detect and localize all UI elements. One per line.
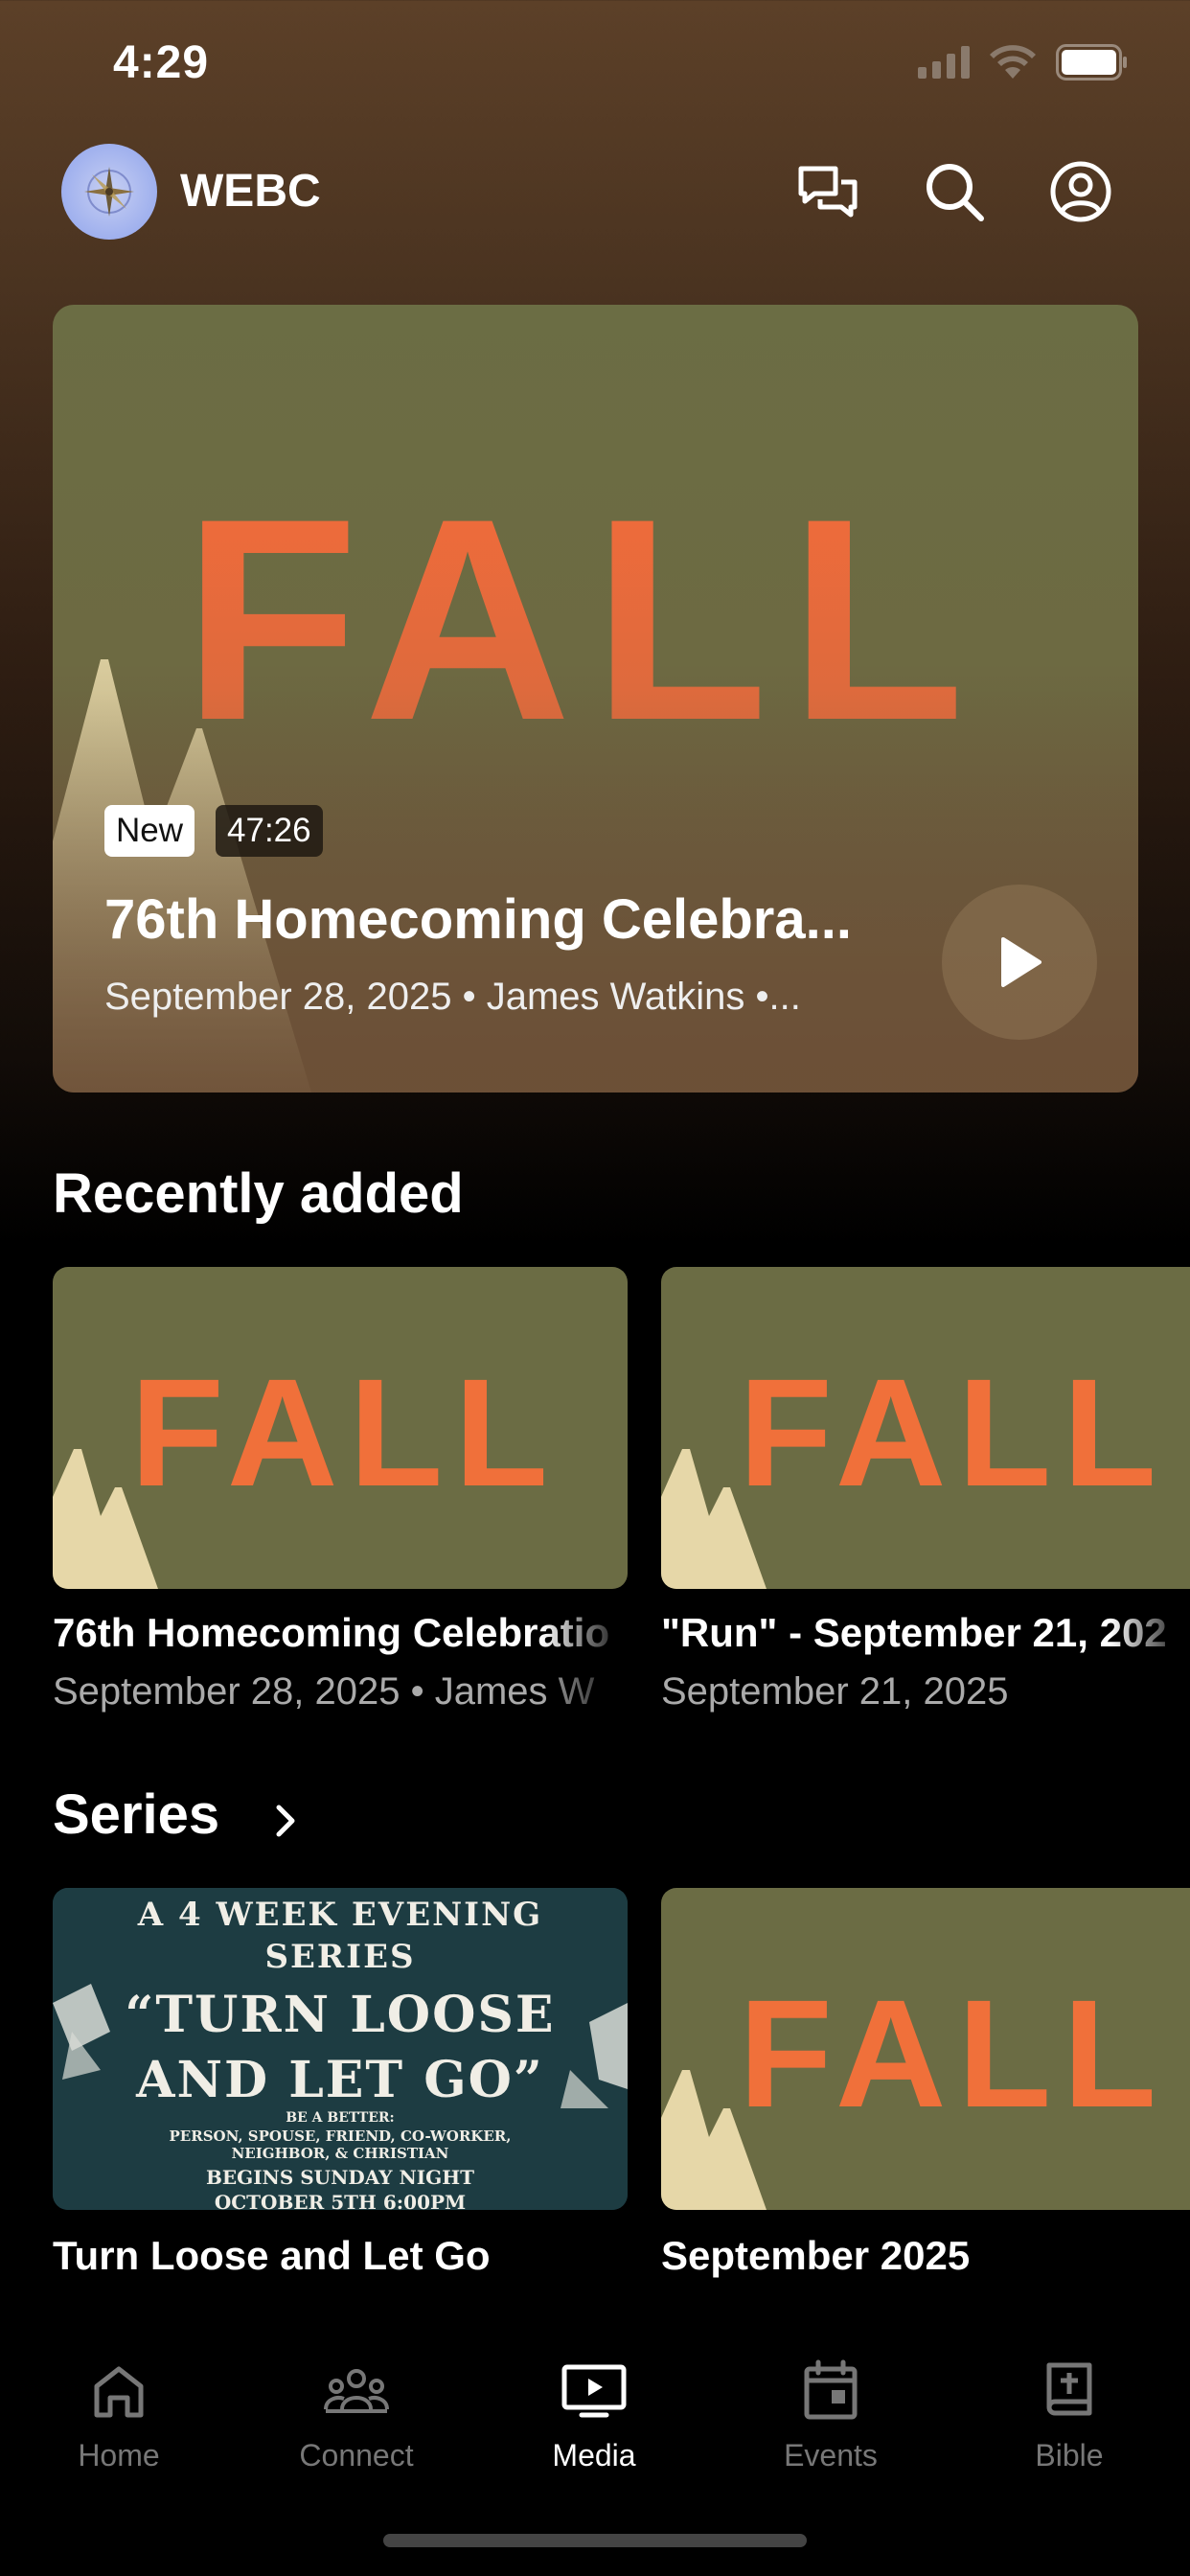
poster-line: SERIES xyxy=(264,1938,416,1976)
status-bar: 4:29 xyxy=(0,0,1190,134)
recent-item-meta: September 28, 2025 • James W xyxy=(53,1670,595,1713)
series-item-title[interactable]: Turn Loose and Let Go xyxy=(53,2233,628,2279)
fall-artwork: FALL xyxy=(661,1346,1168,1589)
fall-artwork: FALL xyxy=(661,1967,1168,2210)
wifi-icon xyxy=(990,45,1036,79)
play-icon xyxy=(1001,937,1041,987)
status-icons xyxy=(918,44,1129,80)
hero-title: 76th Homecoming Celebra... xyxy=(104,888,852,951)
duration-badge: 47:26 xyxy=(216,805,323,857)
battery-icon xyxy=(1056,44,1127,80)
organization-name: WEBC xyxy=(180,166,321,217)
recent-item-title[interactable]: "Run" - September 21, 202 xyxy=(661,1610,1190,1656)
calendar-icon xyxy=(804,2359,858,2420)
recent-item-thumbnail[interactable]: FALL xyxy=(661,1267,1190,1589)
tab-label: Media xyxy=(552,2438,636,2472)
tab-label: Home xyxy=(78,2438,160,2472)
people-icon xyxy=(324,2369,389,2413)
poster-line: OCTOBER 5TH 6:00PM xyxy=(214,2191,467,2210)
search-icon[interactable] xyxy=(918,155,991,228)
hero-badges: New 47:26 xyxy=(104,805,323,857)
tab-label: Connect xyxy=(299,2438,414,2472)
recent-item-title[interactable]: 76th Homecoming Celebratio xyxy=(53,1610,628,1656)
tab-events[interactable]: Events xyxy=(735,2358,927,2473)
poster-line: NEIGHBOR, & CHRISTIAN xyxy=(231,2145,449,2162)
chevron-right-icon[interactable] xyxy=(271,1802,300,1840)
poster-line: AND LET GO” xyxy=(136,2051,544,2109)
bible-icon xyxy=(1046,2362,1092,2416)
hero-meta: September 28, 2025 • James Watkins •... xyxy=(104,976,801,1018)
thumbnail-artwork-text: FALL xyxy=(739,1346,1168,1518)
recent-item-thumbnail[interactable]: FALL xyxy=(53,1267,628,1589)
poster-line: BEGINS SUNDAY NIGHT xyxy=(205,2166,475,2189)
poster-line: BE A BETTER: xyxy=(286,2110,395,2126)
tab-label: Bible xyxy=(1035,2438,1104,2472)
fall-artwork: FALL xyxy=(53,1346,560,1589)
poster-line: PERSON, SPOUSE, FRIEND, CO-WORKER, xyxy=(169,2128,512,2145)
series-poster[interactable]: A 4 WEEK EVENING SERIES “TURN LOOSE AND … xyxy=(53,1888,628,2210)
series-item-title[interactable]: September 2025 xyxy=(661,2233,1190,2279)
tab-connect[interactable]: Connect xyxy=(261,2358,452,2473)
profile-icon[interactable] xyxy=(1044,155,1117,228)
series-thumbnail[interactable]: FALL xyxy=(661,1888,1190,2210)
chat-icon[interactable] xyxy=(791,155,864,228)
app-header: WEBC xyxy=(0,134,1190,249)
poster-line: “TURN LOOSE xyxy=(125,1986,556,2044)
featured-media-card[interactable]: FALL New 47:26 76th Homecoming Celebra..… xyxy=(53,305,1138,1092)
status-time: 4:29 xyxy=(113,37,210,88)
thumbnail-artwork-text: FALL xyxy=(739,1967,1168,2139)
cellular-signal-icon xyxy=(918,46,970,79)
thumbnail-artwork-text: FALL xyxy=(130,1346,560,1518)
home-icon xyxy=(94,2366,144,2418)
series-heading[interactable]: Series xyxy=(53,1782,219,1847)
home-indicator xyxy=(383,2534,807,2547)
new-badge: New xyxy=(104,805,195,857)
tab-bible[interactable]: Bible xyxy=(973,2358,1165,2473)
church-logo-avatar[interactable] xyxy=(61,144,157,240)
poster-line: A 4 WEEK EVENING xyxy=(137,1896,543,1934)
tab-home[interactable]: Home xyxy=(23,2358,215,2473)
recent-item-meta: September 21, 2025 xyxy=(661,1670,1009,1713)
tab-label: Events xyxy=(784,2438,878,2472)
tab-media[interactable]: Media xyxy=(498,2358,690,2473)
compass-logo-icon xyxy=(84,167,134,217)
recently-added-heading: Recently added xyxy=(53,1162,464,1225)
play-button[interactable] xyxy=(942,885,1097,1040)
tv-play-icon xyxy=(561,2364,627,2418)
